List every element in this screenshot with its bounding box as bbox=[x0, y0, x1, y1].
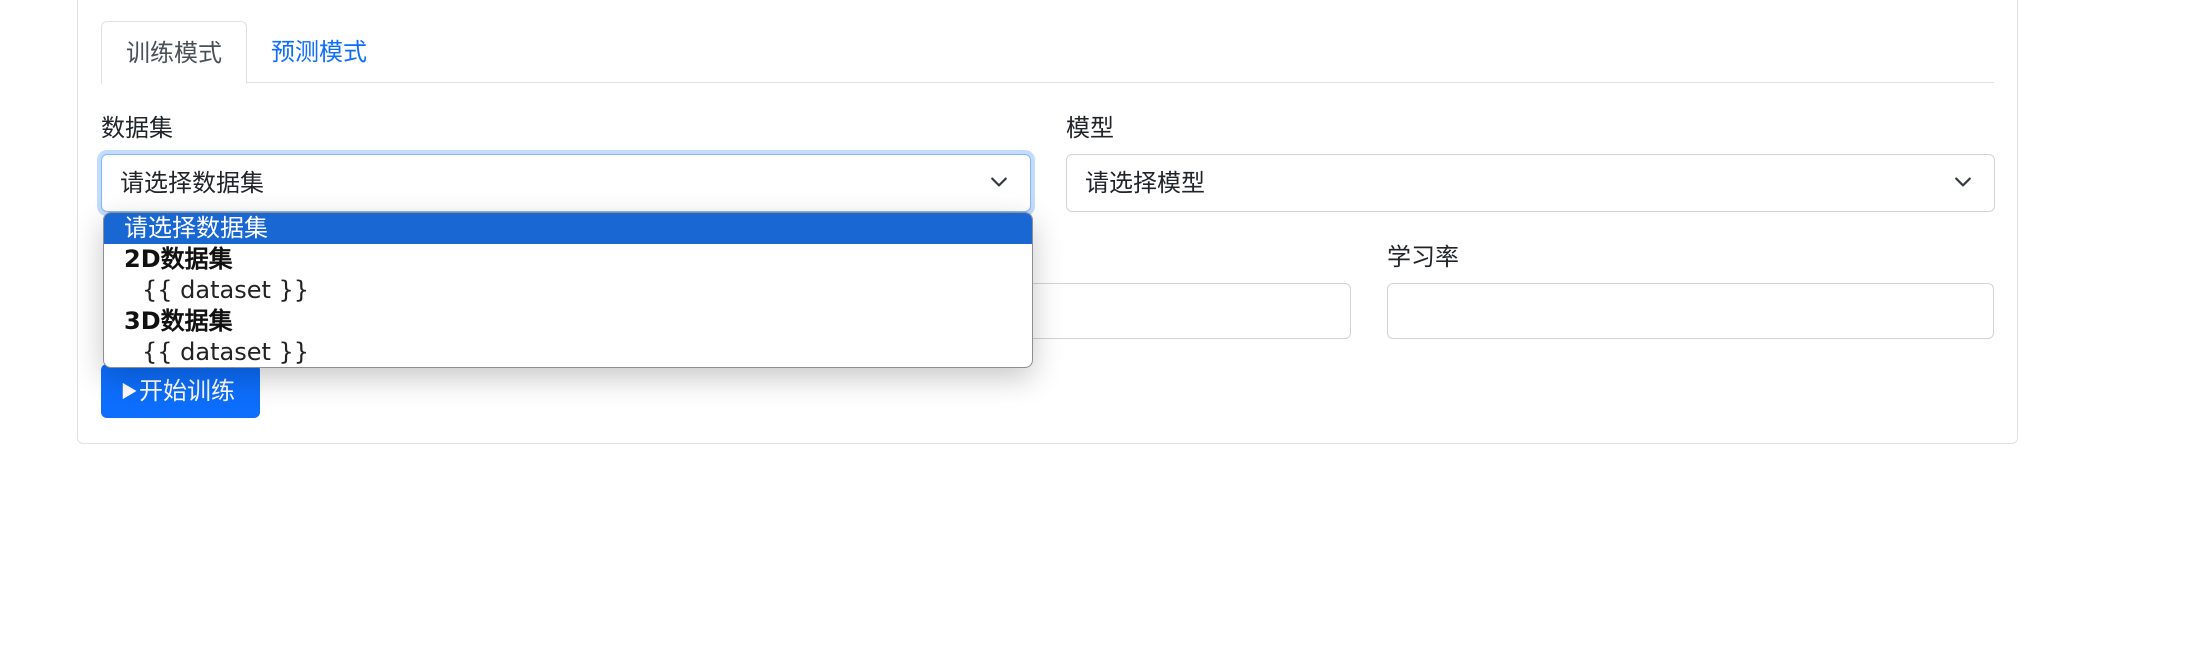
model-select[interactable]: 请选择模型 bbox=[1066, 154, 1995, 212]
learning-rate-label: 学习率 bbox=[1387, 243, 1459, 271]
tab-prediction-mode[interactable]: 预测模式 bbox=[247, 21, 391, 83]
dropdown-option-3d-dataset[interactable]: {{ dataset }} bbox=[104, 337, 1032, 367]
dropdown-option-placeholder[interactable]: 请选择数据集 bbox=[104, 213, 1032, 244]
model-select-value: 请选择模型 bbox=[1085, 169, 1205, 197]
dataset-select[interactable]: 请选择数据集 bbox=[101, 154, 1031, 212]
dropdown-option-2d-dataset[interactable]: {{ dataset }} bbox=[104, 275, 1032, 306]
dataset-select-value: 请选择数据集 bbox=[120, 169, 264, 197]
chevron-down-icon bbox=[1955, 177, 1971, 187]
play-icon bbox=[122, 382, 137, 400]
mode-tabs: 训练模式 预测模式 bbox=[101, 21, 1994, 84]
dropdown-group-3d: 3D数据集 bbox=[124, 307, 233, 335]
dropdown-group-2d: 2D数据集 bbox=[124, 245, 233, 273]
dataset-label: 数据集 bbox=[101, 114, 173, 142]
start-training-label: 开始训练 bbox=[139, 377, 235, 405]
tab-training-mode[interactable]: 训练模式 bbox=[101, 21, 247, 84]
learning-rate-input[interactable] bbox=[1387, 283, 1994, 339]
chevron-down-icon bbox=[991, 177, 1007, 187]
dataset-dropdown-list: 请选择数据集 2D数据集 {{ dataset }} 3D数据集 {{ data… bbox=[103, 212, 1033, 368]
model-label: 模型 bbox=[1066, 114, 1114, 142]
start-training-button[interactable]: 开始训练 bbox=[101, 364, 260, 418]
hidden-field-input[interactable] bbox=[1020, 283, 1351, 339]
